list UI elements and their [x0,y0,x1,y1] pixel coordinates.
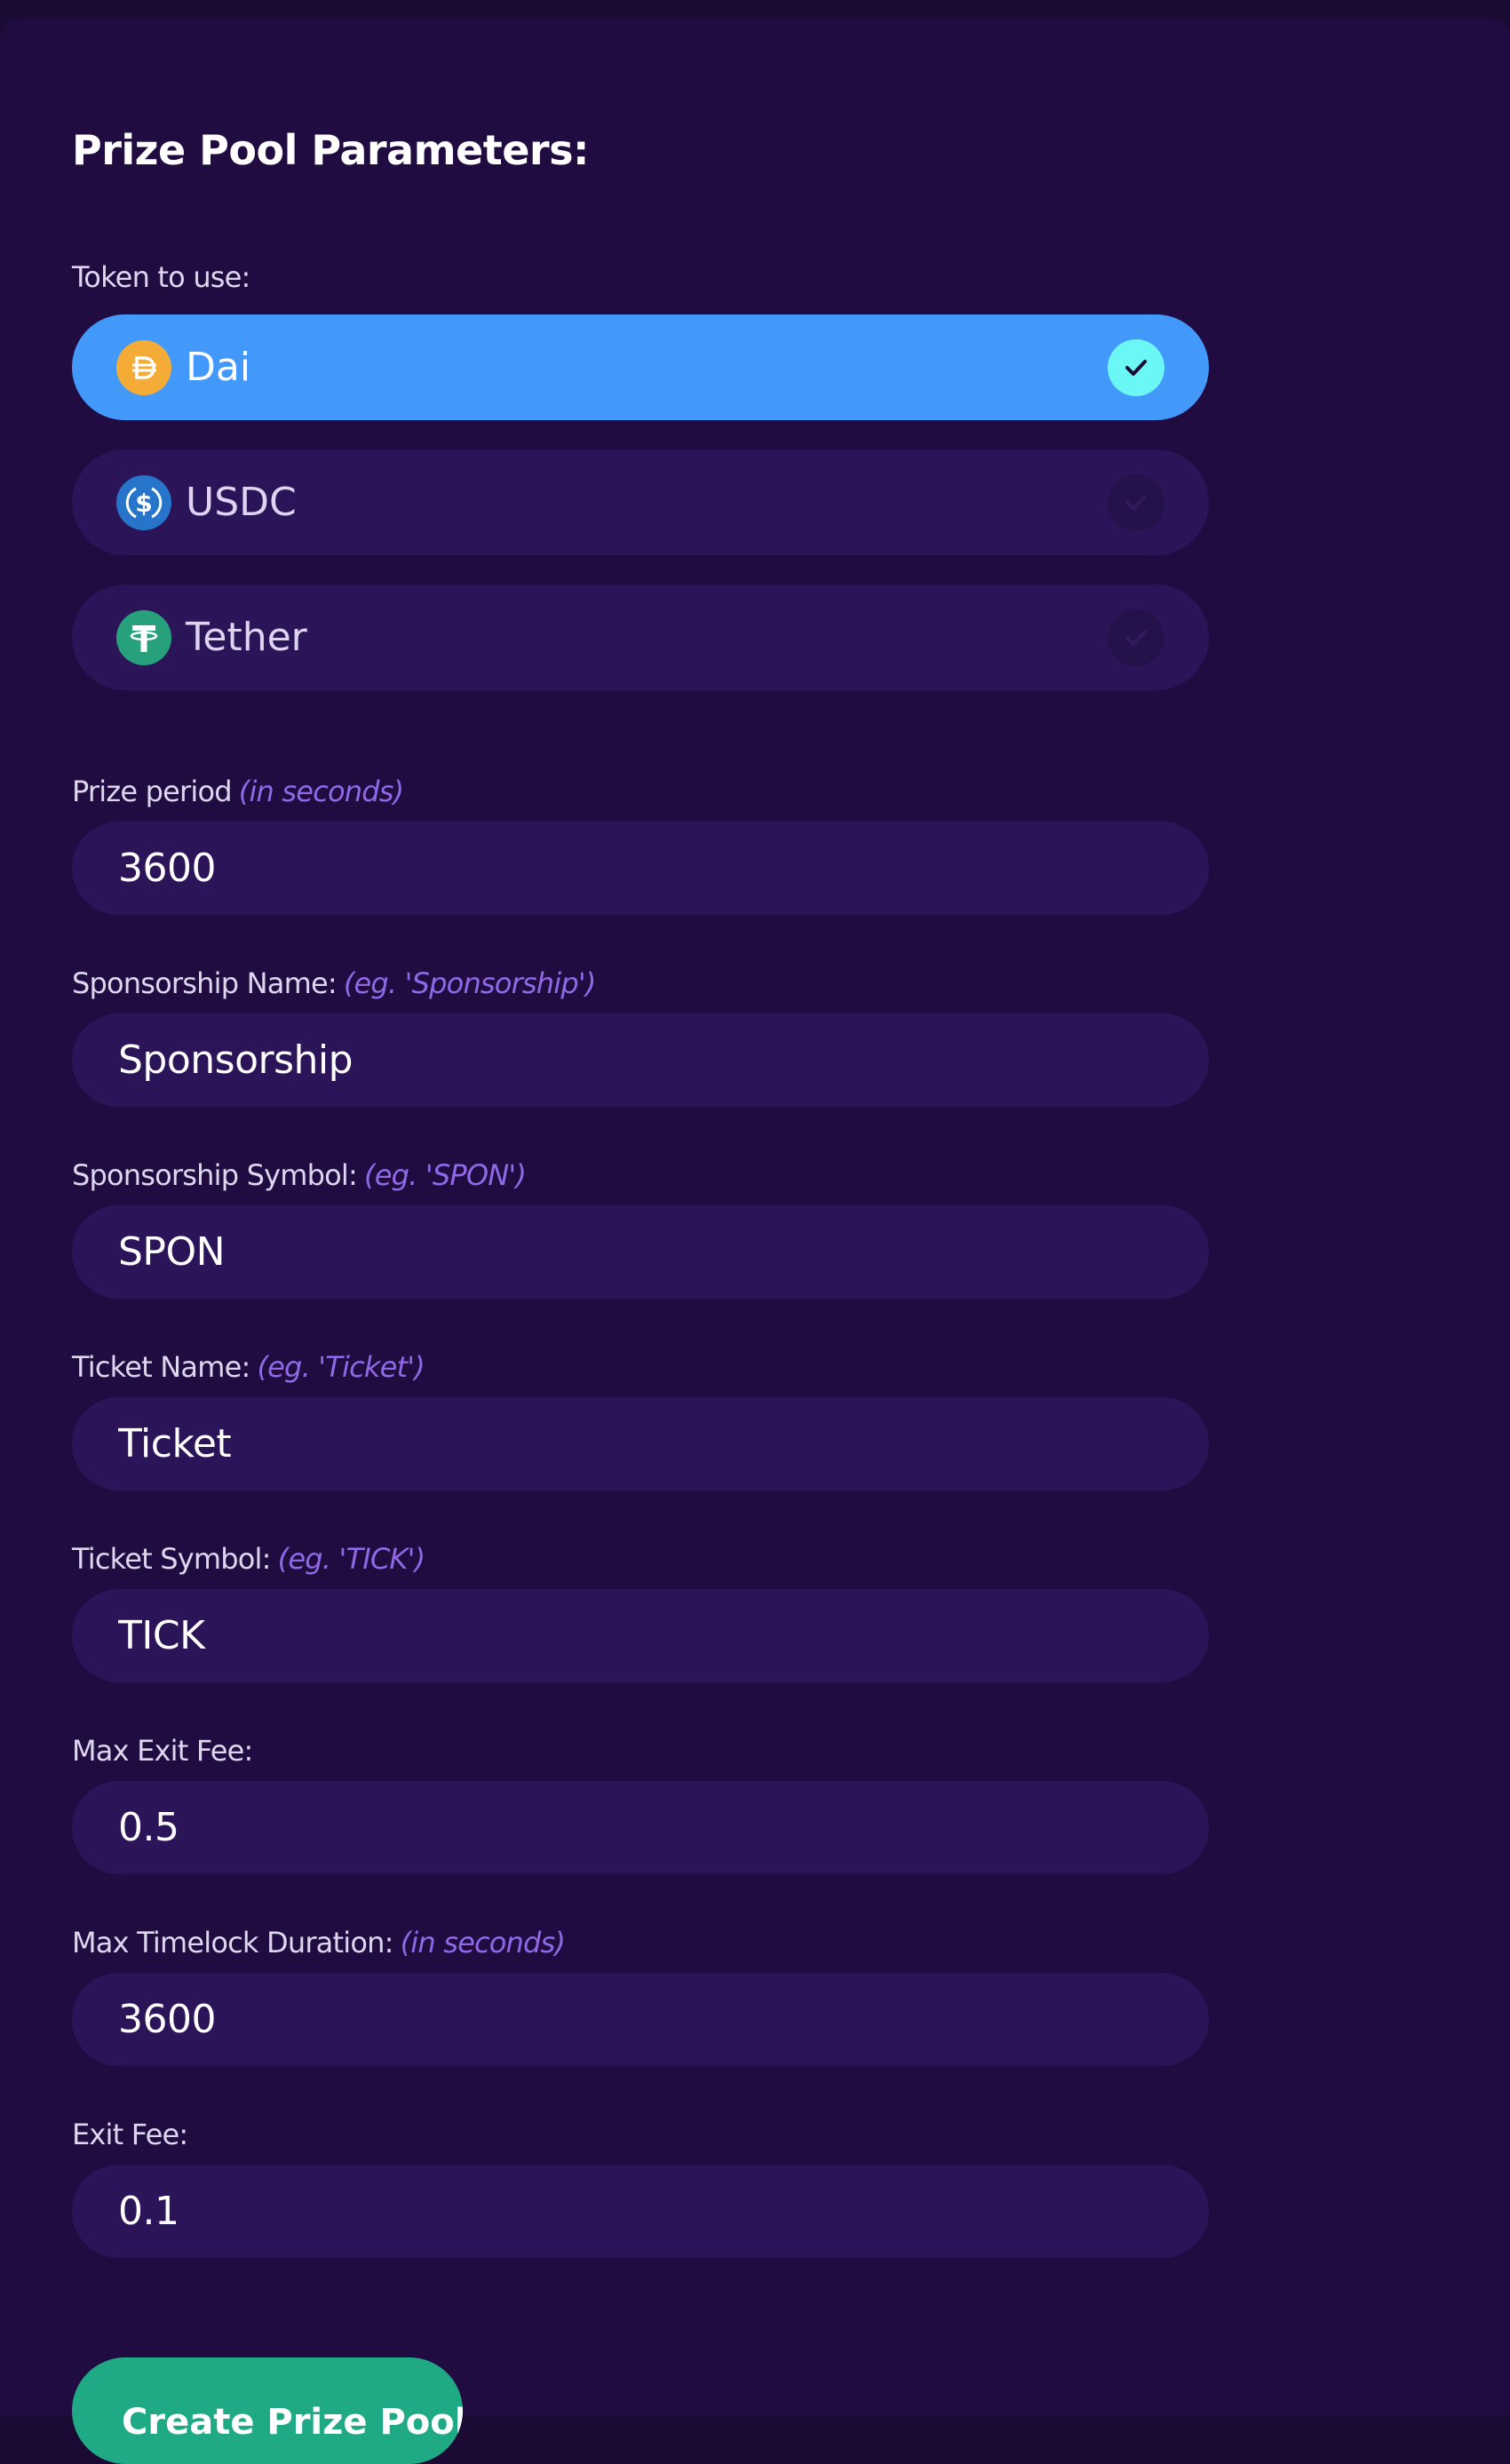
ticket-symbol-label-text: Ticket Symbol: [72,1542,271,1576]
section-title: Prize Pool Parameters: [72,126,589,174]
max-timelock-label: Max Timelock Duration: (in seconds) [72,1926,566,1959]
sponsorship-symbol-input[interactable] [72,1205,1209,1299]
token-option-label: Tether [186,615,307,660]
ticket-name-hint: (eg. 'Ticket') [257,1350,425,1384]
prize-pool-card: Prize Pool Parameters: Token to use: Dai [0,18,1510,2464]
sponsorship-symbol-hint: (eg. 'SPON') [364,1158,527,1192]
sponsorship-symbol-label-text: Sponsorship Symbol: [72,1158,358,1192]
sponsorship-name-hint: (eg. 'Sponsorship') [343,966,597,1000]
check-icon [1108,473,1164,531]
token-option-tether[interactable]: Tether [72,584,1209,690]
ticket-name-input[interactable] [72,1397,1209,1490]
exit-fee-label: Exit Fee: [72,2118,188,2151]
usdc-icon: $ [116,474,171,530]
token-option-label: Dai [186,345,251,390]
ticket-symbol-label: Ticket Symbol: (eg. 'TICK') [72,1545,425,1573]
exit-fee-input[interactable] [72,2165,1209,2258]
token-option-label: USDC [186,480,297,525]
sponsorship-symbol-label: Sponsorship Symbol: (eg. 'SPON') [72,1158,527,1192]
max-exit-fee-label: Max Exit Fee: [72,1734,253,1768]
sponsorship-name-label-text: Sponsorship Name: [72,966,338,1000]
prize-period-label: Prize period (in seconds) [72,775,404,808]
token-option-usdc[interactable]: $ USDC [72,449,1209,555]
ticket-symbol-input[interactable] [72,1589,1209,1682]
check-icon [1108,338,1164,396]
prize-period-input[interactable] [72,822,1209,915]
token-option-dai[interactable]: Dai [72,314,1209,420]
prize-period-label-text: Prize period [72,775,233,808]
ticket-symbol-hint: (eg. 'TICK') [277,1542,425,1576]
prize-period-hint: (in seconds) [238,775,404,808]
dai-icon [116,339,171,395]
max-timelock-label-text: Max Timelock Duration: [72,1926,393,1959]
sponsorship-name-input[interactable] [72,1013,1209,1107]
sponsorship-name-label: Sponsorship Name: (eg. 'Sponsorship') [72,969,596,998]
tether-icon [116,609,171,665]
ticket-name-label-text: Ticket Name: [72,1350,250,1384]
create-prize-pool-button[interactable]: Create Prize Pool [72,2357,463,2464]
max-timelock-hint: (in seconds) [400,1926,566,1959]
svg-text:$: $ [135,489,152,518]
token-label: Token to use: [72,260,250,294]
max-timelock-input[interactable] [72,1973,1209,2066]
check-icon [1108,608,1164,666]
ticket-name-label: Ticket Name: (eg. 'Ticket') [72,1353,425,1381]
max-exit-fee-input[interactable] [72,1781,1209,1874]
